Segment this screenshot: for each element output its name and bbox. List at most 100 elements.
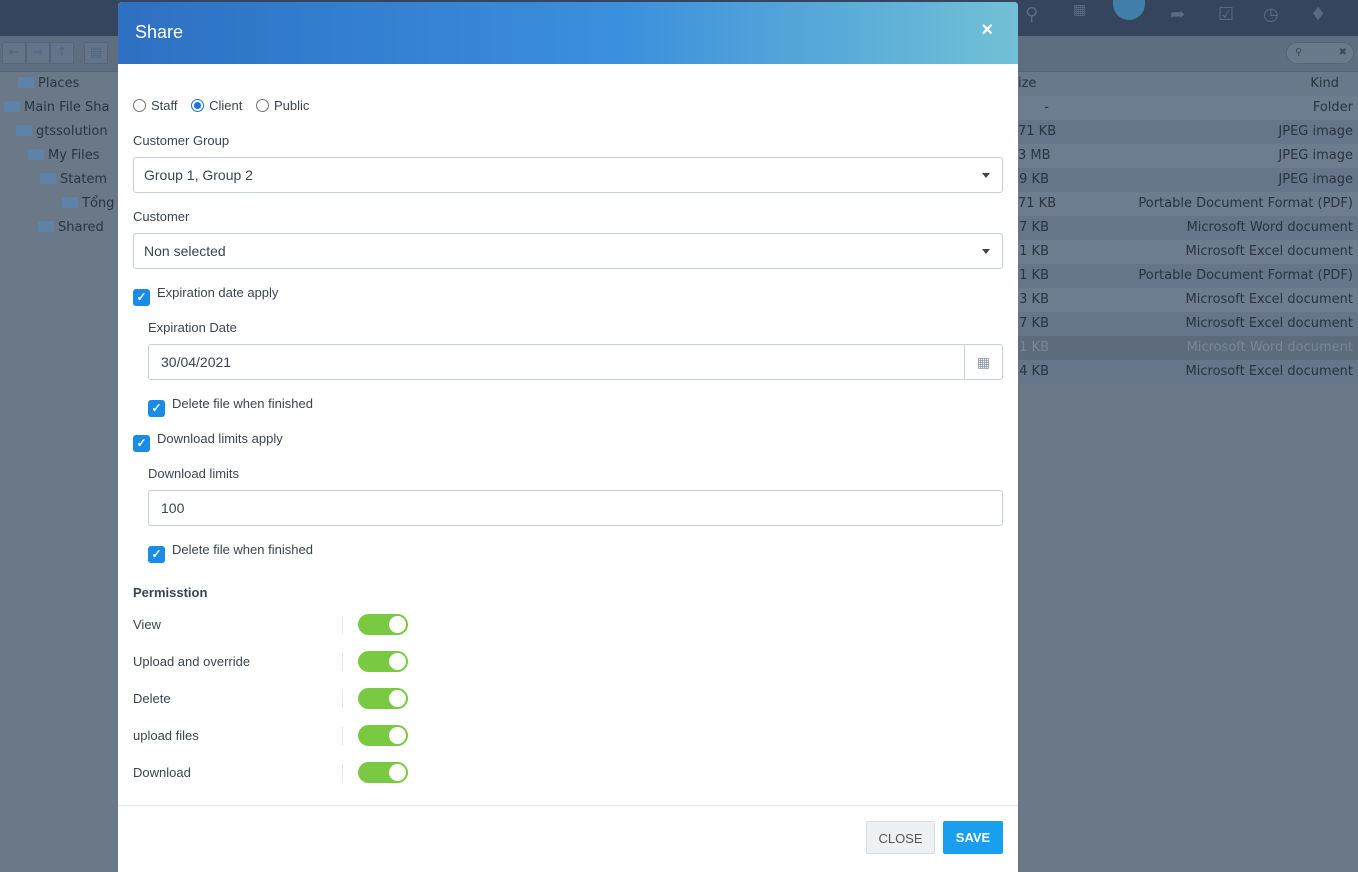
permission-label: Upload and override: [133, 654, 251, 669]
expiration-date-input[interactable]: 30/04/2021 ▦: [148, 344, 1003, 380]
column-size[interactable]: ize: [1018, 72, 1036, 96]
share-dialog: Share × Staff Client Public Customer Gro…: [118, 2, 1018, 872]
search-icon: ⚲: [1295, 47, 1303, 58]
folder-icon: [16, 125, 32, 136]
file-list: ize Kind - Folder 71 KB JPEG image 3 MB JPEG …: [1018, 72, 1358, 384]
size-cell: 4 KB: [1019, 364, 1049, 379]
divider: [342, 764, 343, 782]
folder-icon: [62, 197, 78, 208]
chevron-down-icon: [982, 173, 990, 178]
download-limits-input[interactable]: 100: [148, 490, 1003, 526]
search-input[interactable]: ⚲ ✖: [1286, 42, 1354, 64]
table-row[interactable]: 71 KB JPEG image: [1018, 120, 1358, 144]
close-icon[interactable]: ×: [981, 19, 993, 42]
tree-item[interactable]: Places: [0, 72, 120, 96]
column-kind[interactable]: Kind: [1310, 72, 1339, 96]
table-row[interactable]: 1 KB Portable Document Format (PDF): [1018, 264, 1358, 288]
kind-cell: Microsoft Excel document: [1185, 292, 1353, 307]
folder-open-icon: [40, 173, 56, 184]
table-row[interactable]: 9 KB JPEG image: [1018, 168, 1358, 192]
clear-icon[interactable]: ✖: [1339, 47, 1347, 58]
size-cell: 3 MB: [1018, 148, 1051, 163]
table-row[interactable]: 1 KB Microsoft Excel document: [1018, 240, 1358, 264]
radio-staff[interactable]: Staff: [133, 98, 178, 113]
view-button[interactable]: ▤: [84, 42, 108, 64]
save-button[interactable]: SAVE: [943, 821, 1003, 854]
customer-group-label: Customer Group: [133, 133, 230, 148]
kind-cell: Microsoft Excel document: [1185, 244, 1353, 259]
tree-item[interactable]: Tổng: [0, 192, 120, 216]
table-row[interactable]: 3 MB JPEG image: [1018, 144, 1358, 168]
tree-item[interactable]: gtssolution: [0, 120, 120, 144]
table-row[interactable]: 4 KB Microsoft Excel document: [1018, 360, 1358, 384]
permission-toggle[interactable]: [358, 651, 408, 672]
radio-public[interactable]: Public: [256, 98, 309, 113]
back-button[interactable]: ←: [2, 42, 26, 64]
table-row[interactable]: 71 KB Portable Document Format (PDF): [1018, 192, 1358, 216]
customer-select[interactable]: Non selected: [133, 233, 1003, 269]
footer-divider: [118, 805, 1018, 806]
radio-client[interactable]: Client: [191, 98, 242, 113]
customer-group-select[interactable]: Group 1, Group 2: [133, 157, 1003, 193]
kind-cell: JPEG image: [1278, 148, 1353, 163]
tree-item[interactable]: Shared: [0, 216, 120, 240]
up-button[interactable]: ↑: [50, 42, 74, 64]
tree-item[interactable]: Statem: [0, 168, 120, 192]
table-row[interactable]: 1 KB Microsoft Word document: [1018, 336, 1358, 360]
kind-cell: Microsoft Excel document: [1185, 364, 1353, 379]
permission-label: upload files: [133, 728, 199, 743]
kind-cell: Folder: [1312, 100, 1353, 115]
permission-toggle[interactable]: [358, 614, 408, 635]
share-icon[interactable]: ➦: [1170, 4, 1185, 25]
dialog-header: Share ×: [118, 2, 1018, 64]
permission-label: Delete: [133, 691, 171, 706]
folder-tree: Places Main File Sha gtssolution My Files St…: [0, 72, 120, 240]
size-cell: 71 KB: [1018, 124, 1057, 139]
tasks-icon[interactable]: ☑: [1218, 4, 1234, 25]
size-cell: 1 KB: [1019, 268, 1049, 283]
places-icon: [18, 77, 34, 88]
bell-icon[interactable]: ♦: [1310, 4, 1326, 25]
forward-button[interactable]: →: [26, 42, 50, 64]
tree-item[interactable]: Main File Sha: [0, 96, 120, 120]
divider: [342, 616, 343, 634]
divider: [342, 690, 343, 708]
divider: [342, 653, 343, 671]
size-cell: -: [1044, 100, 1049, 115]
chevron-down-icon: [982, 249, 990, 254]
expiration-date-label: Expiration Date: [148, 320, 237, 335]
contact-card-icon[interactable]: ▦: [1073, 2, 1086, 18]
customer-label: Customer: [133, 209, 190, 224]
list-header: ize Kind: [1018, 72, 1358, 96]
table-row[interactable]: 3 KB Microsoft Excel document: [1018, 288, 1358, 312]
kind-cell: Microsoft Word document: [1186, 340, 1353, 355]
delete-when-finished-checkbox-2[interactable]: ✓ Delete file when finished: [148, 542, 313, 563]
permission-label: Download: [133, 765, 191, 780]
permission-label: View: [133, 617, 161, 632]
kind-cell: Microsoft Excel document: [1185, 316, 1353, 331]
permission-toggle[interactable]: [358, 762, 408, 783]
drive-icon: [4, 101, 20, 112]
permission-toggle[interactable]: [358, 725, 408, 746]
kind-cell: JPEG image: [1278, 172, 1353, 187]
size-cell: 9 KB: [1019, 172, 1049, 187]
share-type-group: Staff Client Public: [133, 98, 309, 113]
dialog-title: Share: [135, 22, 184, 42]
download-limits-apply-checkbox[interactable]: ✓ Download limits apply: [133, 431, 283, 452]
check-icon: ✓: [133, 289, 150, 306]
delete-when-finished-checkbox-1[interactable]: ✓ Delete file when finished: [148, 396, 313, 417]
permission-toggle[interactable]: [358, 688, 408, 709]
table-row[interactable]: 7 KB Microsoft Excel document: [1018, 312, 1358, 336]
tree-item[interactable]: My Files: [0, 144, 120, 168]
close-button[interactable]: CLOSE: [866, 821, 935, 854]
kind-cell: Microsoft Word document: [1186, 220, 1353, 235]
table-row[interactable]: - Folder: [1018, 96, 1358, 120]
clock-icon[interactable]: ◷: [1263, 4, 1279, 25]
search-icon[interactable]: ⚲: [1025, 4, 1038, 25]
size-cell: 3 KB: [1019, 292, 1049, 307]
avatar[interactable]: [1113, 0, 1145, 20]
size-cell: 7 KB: [1019, 316, 1049, 331]
expiration-apply-checkbox[interactable]: ✓ Expiration date apply: [133, 285, 278, 306]
table-row[interactable]: 7 KB Microsoft Word document: [1018, 216, 1358, 240]
calendar-icon[interactable]: ▦: [964, 345, 1002, 379]
